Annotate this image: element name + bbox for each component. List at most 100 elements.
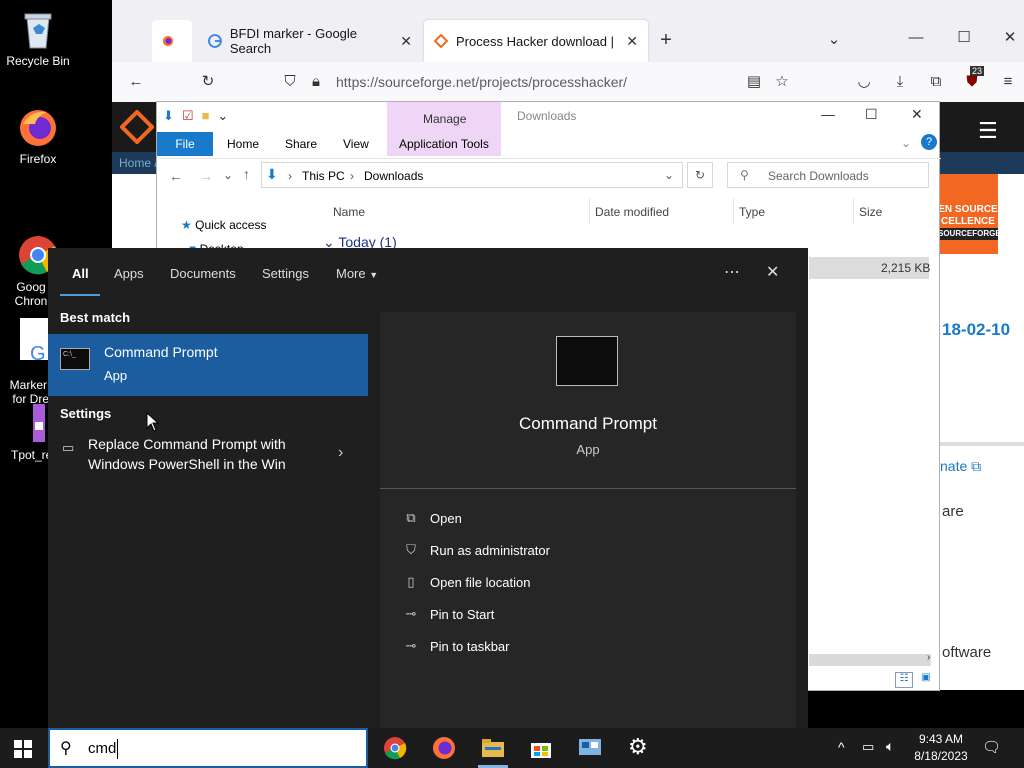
close-window-icon[interactable]: ✕ xyxy=(1002,30,1018,46)
text-fragment: are xyxy=(942,503,964,520)
address-bar[interactable]: ⬇ › This PC › Downloads ⌄ xyxy=(261,162,683,188)
reload-icon[interactable]: ↻ xyxy=(200,74,216,90)
nav-toolbar: ← ↻ ⛉ 🔒︎ https://sourceforge.net/project… xyxy=(112,62,1024,102)
tab-view[interactable]: View xyxy=(333,132,379,156)
close-icon[interactable]: ✕ xyxy=(911,106,923,123)
breadcrumb-downloads[interactable]: Downloads xyxy=(364,169,423,183)
clock-date[interactable]: 8/18/2023 xyxy=(910,749,972,763)
chevron-down-icon[interactable]: ⌄ xyxy=(826,32,842,48)
shield-icon[interactable]: ⛉ xyxy=(282,74,298,90)
tab-home[interactable]: Home xyxy=(217,132,269,156)
url-bar[interactable]: https://sourceforge.net/projects/process… xyxy=(336,68,896,96)
scroll-right-icon[interactable]: › xyxy=(927,652,930,663)
ribbon-expand-icon[interactable]: ⌄ xyxy=(901,136,911,150)
volume-icon[interactable]: 🔈︎ xyxy=(886,738,894,755)
filter-documents[interactable]: Documents xyxy=(170,266,236,281)
tab-file[interactable]: File xyxy=(157,132,213,156)
filter-apps[interactable]: Apps xyxy=(114,266,144,281)
close-icon[interactable]: ✕ xyxy=(626,33,638,50)
google-icon xyxy=(208,34,222,48)
tab-share[interactable]: Share xyxy=(275,132,327,156)
close-icon[interactable]: ✕ xyxy=(766,262,779,282)
start-search-panel: All Apps Documents Settings More ▼ ⋯ ✕ B… xyxy=(48,248,808,728)
maximize-icon[interactable]: ☐ xyxy=(865,106,878,123)
home-link[interactable]: Home / xyxy=(119,156,158,170)
col-type[interactable]: Type xyxy=(739,205,765,219)
sf-logo-icon[interactable] xyxy=(119,109,155,145)
details-view-icon[interactable]: ☷ xyxy=(895,672,913,688)
firefox-icon[interactable] xyxy=(432,736,456,760)
action-open[interactable]: ⧉ Open xyxy=(402,510,461,526)
filter-settings[interactable]: Settings xyxy=(262,266,309,281)
refresh-icon[interactable]: ↻ xyxy=(687,162,713,188)
hamburger-menu-icon[interactable]: ☰ xyxy=(978,118,998,144)
action-pin-to-start[interactable]: ⊸ Pin to Start xyxy=(402,606,495,622)
network-icon[interactable]: ▭ xyxy=(862,739,874,755)
filter-all[interactable]: All xyxy=(72,266,89,281)
tab-google-search[interactable]: BFDI marker - Google Search ✕ xyxy=(198,20,422,62)
search-input[interactable]: ⚲ cmd xyxy=(48,728,368,768)
download-arrow-icon[interactable]: ⬇ xyxy=(163,108,174,124)
tab-pinned[interactable] xyxy=(152,20,192,62)
close-icon[interactable]: ✕ xyxy=(400,33,412,50)
ublock-icon[interactable]: ⛊ xyxy=(964,74,980,90)
col-size[interactable]: Size xyxy=(859,205,882,219)
new-tab-icon[interactable]: + xyxy=(658,30,674,50)
customize-dropdown-icon[interactable]: ⌄ xyxy=(217,108,228,124)
forward-icon[interactable]: → xyxy=(199,168,213,184)
chevron-up-icon[interactable]: ^ xyxy=(838,739,845,755)
desktop-icon-recycle-bin[interactable]: Recycle Bin xyxy=(0,8,76,68)
bookmark-star-icon[interactable]: ☆ xyxy=(774,74,790,90)
settings-item[interactable]: ▭ Replace Command Prompt with Windows Po… xyxy=(48,432,368,480)
download-icon[interactable]: ⤓ xyxy=(892,74,908,90)
col-date-modified[interactable]: Date modified xyxy=(595,205,669,219)
tab-process-hacker[interactable]: Process Hacker download | So ✕ xyxy=(424,20,648,62)
desktop-icon-label: Firefox xyxy=(19,152,57,166)
lock-icon: 🔒︎ xyxy=(312,73,320,90)
notifications-icon[interactable]: 🗨︎ xyxy=(982,738,1001,756)
best-match-item[interactable]: C:\_ Command Prompt App xyxy=(48,334,368,396)
search-box[interactable]: ⚲ Search Downloads xyxy=(727,162,929,188)
extensions-icon[interactable]: ⧉ xyxy=(928,74,944,90)
desktop-icon-firefox[interactable]: Firefox xyxy=(0,106,76,166)
col-name[interactable]: Name xyxy=(333,205,365,219)
control-panel-icon[interactable] xyxy=(578,736,602,760)
action-run-as-admin[interactable]: ⛉ Run as administrator xyxy=(402,542,550,558)
url-text: https://sourceforge.net/projects/process… xyxy=(336,74,628,90)
tab-application-tools[interactable]: Application Tools xyxy=(389,132,499,156)
chevron-right-icon[interactable]: › xyxy=(338,444,343,462)
clock-time[interactable]: 9:43 AM xyxy=(916,732,966,746)
action-open-file-location[interactable]: ▯ Open file location xyxy=(402,574,530,590)
gear-icon[interactable]: ⚙ xyxy=(628,734,648,760)
menu-icon[interactable]: ≡ xyxy=(1000,74,1016,90)
folder-icon[interactable]: ■ xyxy=(202,108,210,124)
recent-dropdown-icon[interactable]: ⌄ xyxy=(223,168,233,182)
back-icon[interactable]: ← xyxy=(169,168,183,184)
properties-icon[interactable]: ☑ xyxy=(182,108,194,124)
nav-quick-access[interactable]: ★ Quick access xyxy=(181,218,266,232)
file-location-icon: ▯ xyxy=(407,574,415,589)
chevron-down-icon[interactable]: ⌄ xyxy=(664,168,674,182)
file-explorer-icon[interactable] xyxy=(481,736,505,760)
filter-more[interactable]: More ▼ xyxy=(336,266,378,281)
store-icon[interactable] xyxy=(529,736,553,760)
search-placeholder: Search Downloads xyxy=(768,169,869,183)
minimize-icon[interactable]: — xyxy=(908,30,924,46)
maximize-icon[interactable]: ☐ xyxy=(956,30,972,46)
h-scrollbar[interactable] xyxy=(809,654,931,666)
back-icon[interactable]: ← xyxy=(128,74,144,90)
up-icon[interactable]: ↑ xyxy=(243,166,250,182)
help-icon[interactable]: ? xyxy=(921,134,937,150)
reader-view-icon[interactable]: ▤ xyxy=(746,74,762,90)
donate-link[interactable]: nate ⧉ xyxy=(940,458,981,475)
windows-start-icon[interactable] xyxy=(14,740,32,758)
more-options-icon[interactable]: ⋯ xyxy=(724,262,740,282)
action-pin-to-taskbar[interactable]: ⊸ Pin to taskbar xyxy=(402,638,510,654)
preview-pane: Command Prompt App ⧉ Open ⛉ Run as adminis… xyxy=(380,312,796,728)
large-icons-view-icon[interactable]: ▣ xyxy=(917,672,935,688)
pocket-icon[interactable]: ◡ xyxy=(856,74,872,90)
oss-badge: EN SOURCE CELLENCE SOURCEFORGE xyxy=(938,174,1001,254)
breadcrumb-this-pc[interactable]: This PC xyxy=(302,169,345,183)
minimize-icon[interactable]: — xyxy=(821,106,835,122)
chrome-icon[interactable] xyxy=(383,736,407,760)
